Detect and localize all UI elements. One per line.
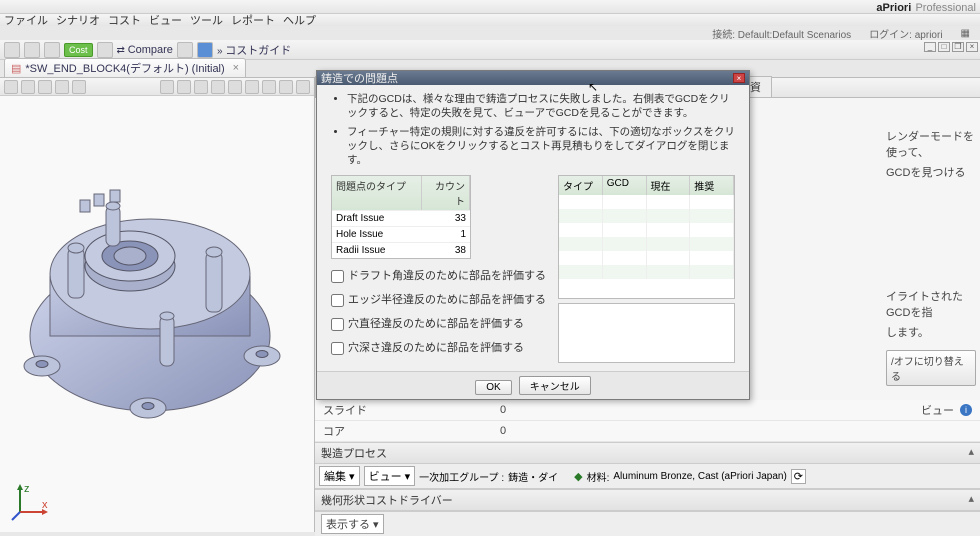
doc-icon: ▤ (11, 62, 21, 75)
info-icon[interactable] (197, 42, 213, 58)
viewport-toolbar (0, 78, 314, 96)
process-group-value: 鋳造・ダイ (508, 469, 558, 484)
issue-table: 問題点のタイプ カウント Draft Issue33 Hole Issue1 R… (331, 175, 471, 259)
undo-icon[interactable] (177, 42, 193, 58)
restore-icon[interactable]: ❐ (952, 42, 964, 52)
conn-settings-icon[interactable]: ▦ (961, 28, 970, 39)
menu-help[interactable]: ヘルプ (283, 12, 316, 28)
svg-text:z: z (24, 483, 30, 495)
col-recommend: 推奨 (690, 176, 734, 195)
dialog-close-icon[interactable]: × (733, 73, 745, 83)
select-icon[interactable] (21, 80, 35, 94)
core-label: コア (323, 423, 443, 439)
override-checks: ドラフト角違反のために部品を評価する エッジ半径違反のために部品を評価する 穴直… (331, 267, 546, 355)
col-type: タイプ (559, 176, 603, 195)
issue-row[interactable]: Hole Issue1 (332, 226, 470, 242)
issue-row[interactable]: Draft Issue33 (332, 210, 470, 226)
show-row: 表示する ▾ (315, 511, 980, 536)
col-count: カウント (422, 176, 470, 210)
menu-view[interactable]: ビュー (149, 12, 182, 28)
info-icon[interactable]: i (960, 404, 972, 416)
col-gcd: GCD (603, 176, 647, 195)
file-tab[interactable]: ▤ *SW_END_BLOCK4(デフォルト) (Initial) × (4, 58, 246, 77)
layers-icon[interactable] (279, 80, 293, 94)
more-icon[interactable] (296, 80, 310, 94)
3d-viewport[interactable]: z x (0, 96, 314, 532)
print-icon[interactable] (44, 42, 60, 58)
check-hole-depth[interactable]: 穴深さ違反のために部品を評価する (331, 339, 546, 355)
compare-button[interactable]: ⇄ Compare (117, 44, 173, 56)
svg-text:x: x (42, 499, 48, 511)
toggle-highlight-button[interactable]: /オフに切り替える (886, 350, 976, 386)
cancel-button[interactable]: キャンセル (519, 376, 591, 395)
pan-icon[interactable] (177, 80, 191, 94)
process-edit-row: 編集 ▾ ビュー ▾ 一次加工グループ : 鋳造・ダイ ◆ 材料: Alumin… (315, 464, 980, 489)
home-icon[interactable] (4, 80, 18, 94)
refresh-icon[interactable] (97, 42, 113, 58)
wire-icon[interactable] (262, 80, 276, 94)
title-bar: aPriori Professional (0, 0, 980, 14)
issue-row[interactable]: Radii Issue38 (332, 242, 470, 258)
process-group-label: 一次加工グループ : (419, 469, 504, 484)
cost-button[interactable]: Cost (64, 43, 93, 57)
col-issue-type: 問題点のタイプ (332, 176, 422, 210)
check-hole-diameter[interactable]: 穴直径違反のために部品を評価する (331, 315, 546, 331)
grid-icon[interactable] (55, 80, 69, 94)
open-icon[interactable] (4, 42, 20, 58)
material-label: 材料: (587, 469, 610, 484)
box-icon[interactable] (38, 80, 52, 94)
col-current: 現在 (647, 176, 691, 195)
connection-bar: 接続: Default:Default Scenarios ログイン: apri… (0, 26, 980, 40)
ok-button[interactable]: OK (475, 380, 511, 395)
rotate-icon[interactable] (160, 80, 174, 94)
review-label: ビュー (921, 402, 954, 418)
slide-value: 0 (443, 404, 563, 416)
brand: aPriori Professional (876, 0, 976, 15)
view-combo[interactable]: ビュー ▾ (364, 466, 416, 486)
show-combo[interactable]: 表示する ▾ (321, 514, 384, 534)
menu-tools[interactable]: ツール (190, 12, 223, 28)
menu-cost[interactable]: コスト (108, 12, 141, 28)
casting-issues-dialog: 鋳造での問題点 × 下記のGCDは、様々な理由で鋳造プロセスに失敗しました。右側… (316, 70, 750, 400)
dialog-bullets: 下記のGCDは、様々な理由で鋳造プロセスに失敗しました。右側表でGCDをクリック… (331, 93, 735, 167)
core-value: 0 (443, 425, 563, 437)
axis-triad-icon: z x (10, 482, 50, 522)
material-combo[interactable]: ⟳ (791, 469, 806, 484)
material-icon: ◆ (574, 470, 582, 483)
save-icon[interactable] (24, 42, 40, 58)
material-value: Aluminum Bronze, Cast (aPriori Japan) (613, 471, 786, 482)
menu-file[interactable]: ファイル (4, 12, 48, 28)
part-render (10, 156, 300, 456)
slide-label: スライド (323, 402, 443, 418)
min-icon[interactable]: _ (924, 42, 936, 52)
mfg-process-section[interactable]: 製造プロセス▴ (315, 442, 980, 464)
window-controls: _ □ ❐ × (924, 42, 978, 52)
edit-combo[interactable]: 編集 ▾ (319, 466, 360, 486)
close-window-icon[interactable]: × (966, 42, 978, 52)
notes-box[interactable] (558, 303, 735, 363)
cost-guide-button[interactable]: » コストガイド (217, 42, 291, 58)
gcd-table: タイプ GCD 現在 推奨 (558, 175, 735, 299)
max-icon[interactable]: □ (938, 42, 950, 52)
main-toolbar: Cost ⇄ Compare » コストガイド (0, 40, 980, 60)
check-draft[interactable]: ドラフト角違反のために部品を評価する (331, 267, 546, 283)
menu-report[interactable]: レポート (231, 12, 275, 28)
refresh-view-icon[interactable] (72, 80, 86, 94)
close-tab-icon[interactable]: × (233, 62, 239, 74)
check-edge-radius[interactable]: エッジ半径違反のために部品を評価する (331, 291, 546, 307)
menu-bar: ファイル シナリオ コスト ビュー ツール レポート ヘルプ (0, 14, 980, 26)
fit-icon[interactable] (211, 80, 225, 94)
side-hints: レンダーモードを使って、 GCDを見つける イライトされたGCDを指 します。 … (886, 128, 976, 386)
cube-icon[interactable] (228, 80, 242, 94)
dialog-titlebar[interactable]: 鋳造での問題点 × (317, 71, 749, 85)
shade-icon[interactable] (245, 80, 259, 94)
zoom-icon[interactable] (194, 80, 208, 94)
menu-scenario[interactable]: シナリオ (56, 12, 100, 28)
cost-driver-section[interactable]: 幾何形状コストドライバー▴ (315, 489, 980, 511)
